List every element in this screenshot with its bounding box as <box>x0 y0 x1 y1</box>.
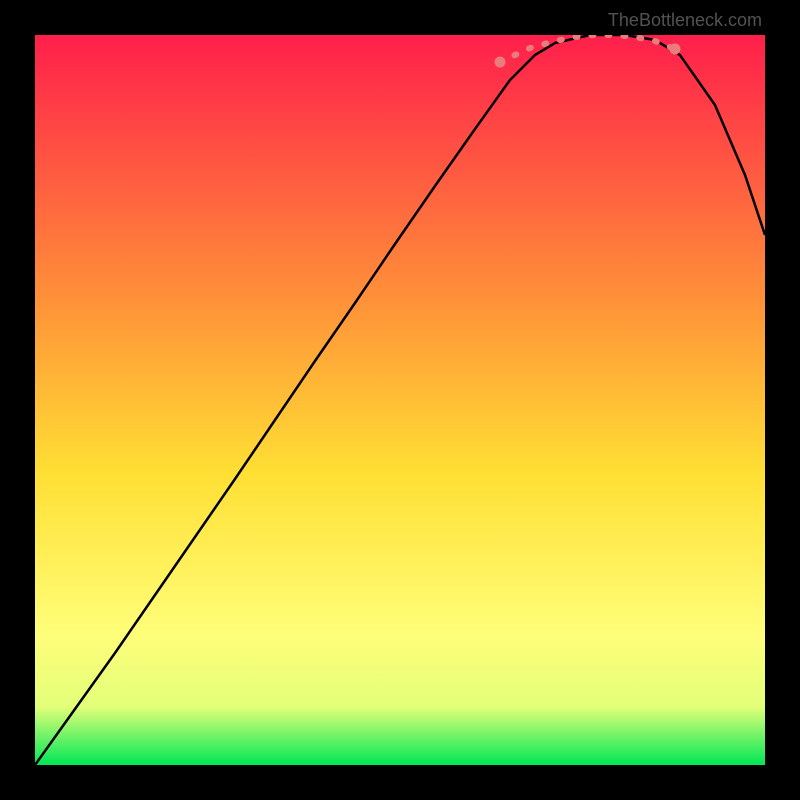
chart-svg <box>35 35 765 765</box>
chart-frame <box>35 35 765 765</box>
chart-background <box>35 35 765 765</box>
watermark: TheBottleneck.com <box>608 10 762 31</box>
